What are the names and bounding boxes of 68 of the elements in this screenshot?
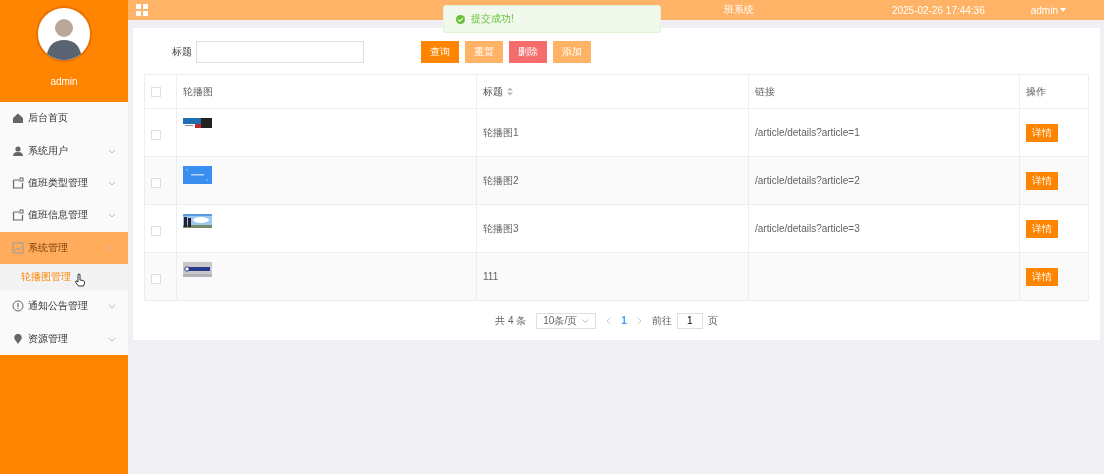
menu-item-label: 系统管理 — [28, 240, 69, 255]
goto-label: 前往 — [651, 313, 672, 328]
menu-item[interactable]: 系统管理 — [0, 231, 128, 264]
menu-item[interactable]: 资源管理 — [0, 322, 128, 355]
action-button[interactable]: 重置 — [465, 40, 503, 63]
next-page-icon[interactable] — [636, 316, 642, 325]
details-button[interactable]: 详情 — [1026, 123, 1058, 142]
menu-item[interactable]: 后台首页 — [0, 102, 128, 135]
menu-item-label: 资源管理 — [28, 331, 69, 346]
table-cell: 111 — [483, 271, 499, 283]
page-unit-label: 页 — [707, 313, 718, 328]
document-icon — [12, 176, 24, 189]
menu-item-label: 系统用户 — [28, 143, 69, 158]
title-input[interactable] — [196, 40, 364, 63]
details-button[interactable]: 详情 — [1026, 219, 1058, 238]
submenu-item[interactable]: 轮播图管理 — [0, 263, 128, 290]
toast-message: 提交成功! — [471, 12, 514, 26]
sort-icon — [507, 87, 513, 97]
table-cell: /article/details?article=3 — [755, 223, 860, 235]
page-size-select[interactable]: 10条/页 — [536, 312, 597, 329]
column-header: 操作 — [1026, 84, 1046, 99]
system-title: 班系统 — [723, 3, 754, 17]
menu-item[interactable]: 系统用户 — [0, 134, 128, 167]
menu-item-label: 值班类型管理 — [28, 175, 89, 190]
user-icon — [12, 144, 24, 157]
action-button[interactable]: 删除 — [509, 40, 547, 63]
column-header: 轮播图 — [183, 84, 213, 99]
menu-item-label: 通知公告管理 — [28, 299, 89, 314]
page-number[interactable]: 1 — [621, 315, 627, 327]
username: admin — [50, 76, 78, 87]
previous-page-icon[interactable] — [606, 316, 612, 325]
column-header[interactable]: 标题 — [483, 84, 503, 99]
table-cell: 轮播图3 — [483, 221, 519, 236]
row-checkbox[interactable] — [151, 130, 161, 141]
info-icon — [12, 300, 24, 313]
page-input[interactable]: 1 — [676, 312, 703, 329]
home-icon — [12, 112, 24, 125]
grid-menu-icon — [136, 4, 148, 16]
table-cell: 轮播图2 — [483, 173, 519, 188]
avatar-icon — [36, 6, 92, 62]
date-time: 2025-02-26 17:44:36 — [891, 4, 985, 16]
column-header: 链接 — [755, 84, 775, 99]
row-checkbox[interactable] — [151, 226, 161, 237]
location-pin-icon — [12, 332, 24, 345]
select-all-checkbox[interactable] — [151, 86, 161, 97]
row-checkbox[interactable] — [151, 274, 161, 285]
table-cell: /article/details?article=2 — [755, 175, 860, 187]
image-icon — [12, 241, 24, 254]
menu-item-label: 值班信息管理 — [28, 208, 89, 223]
action-button[interactable]: 查询 — [421, 40, 459, 63]
user-dropdown[interactable]: admin — [1030, 4, 1066, 16]
hand-cursor-icon — [74, 272, 86, 287]
chevron-down-icon — [582, 318, 590, 323]
total-count: 共 4 条 — [495, 313, 527, 328]
menu-item-label: 后台首页 — [28, 111, 69, 126]
action-button[interactable]: 添加 — [553, 40, 591, 63]
details-button[interactable]: 详情 — [1026, 267, 1058, 286]
success-check-icon — [456, 14, 465, 24]
search-label: 标题 — [172, 44, 193, 59]
table-cell: 轮播图1 — [483, 125, 519, 140]
caret-icon — [1060, 8, 1066, 12]
document-icon — [12, 209, 24, 222]
details-button[interactable]: 详情 — [1026, 171, 1058, 190]
menu-item[interactable]: 值班类型管理 — [0, 166, 128, 200]
row-checkbox[interactable] — [151, 178, 161, 189]
menu-item[interactable]: 值班信息管理 — [0, 199, 128, 232]
table-cell: /article/details?article=1 — [755, 127, 860, 139]
menu-item[interactable]: 通知公告管理 — [0, 289, 128, 323]
